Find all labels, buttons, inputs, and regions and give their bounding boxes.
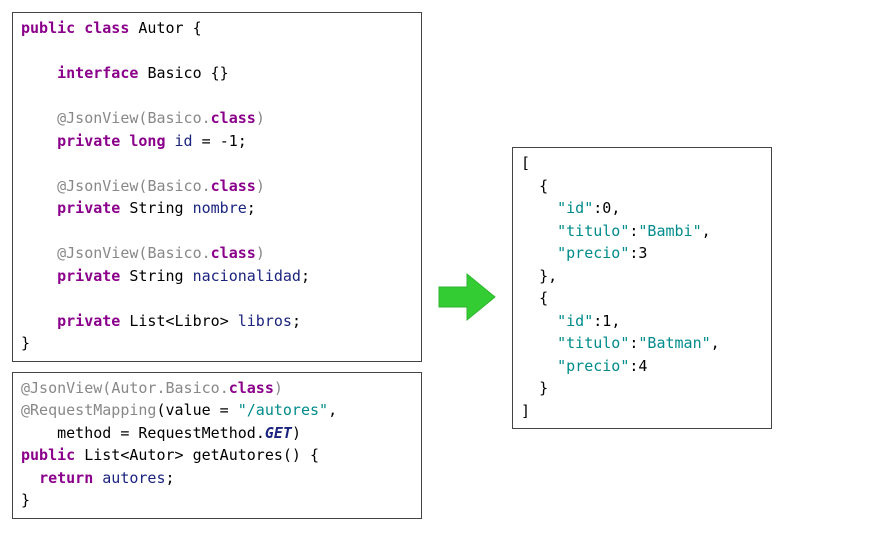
ctrl-open-p: ( [156,401,165,419]
left-column: public class Autor { interface Basico {}… [12,12,422,519]
json-comma-1: , [611,199,620,217]
json-v-precio1: 4 [638,357,647,375]
eq: = [193,132,220,150]
semi-3: ; [301,267,310,285]
arrow-icon [437,272,497,322]
ctrl-semi: ; [166,469,175,487]
ctrl-kw-public: public [21,446,75,464]
json-key-id-0: "id" [557,199,593,217]
annotation-jsonview-3: @JsonView(Basico.class) [57,244,265,262]
json-comma-5: , [711,334,720,352]
ctrl-ret-autor: Autor [129,446,174,464]
json-colon-1: : [593,199,602,217]
kw-private-2: private [57,199,120,217]
kw-private-4: private [57,312,120,330]
type-long: long [129,132,165,150]
json-key-precio-1: "precio" [557,357,629,375]
ctrl-ann-reqmap: @RequestMapping [21,401,156,419]
kw-class: class [84,19,129,37]
json-key-precio-0: "precio" [557,244,629,262]
json-comma-4: , [611,312,620,330]
iface-name: Basico [147,64,201,82]
type-list-close: > [220,312,229,330]
kw-private-3: private [57,267,120,285]
ctrl-close-p: ) [292,424,301,442]
close-brace: } [21,334,30,352]
diagram-layout: public class Autor { interface Basico {}… [12,12,867,519]
annotation-jsonview-1: @JsonView(Basico.class) [57,109,265,127]
controller-method-code: @JsonView(Autor.Basico.class) @RequestMa… [12,372,422,519]
ctrl-ann-jsonview: @JsonView(Autor.Basico.class) [21,379,283,397]
ctrl-reqmethod: RequestMethod [138,424,255,442]
ctrl-get-enum: GET [265,424,292,442]
json-key-id-1: "id" [557,312,593,330]
json-comma-2: , [702,222,711,240]
ctrl-ret-list-open: List< [84,446,129,464]
ctrl-parens: () [283,446,301,464]
ctrl-dot: . [256,424,265,442]
json-open-arr: [ [521,154,530,172]
type-string-1: String [129,199,183,217]
ctrl-comma: , [328,401,337,419]
json-v-precio0: 3 [638,244,647,262]
json-close-obj-1: } [539,267,548,285]
type-string-2: String [129,267,183,285]
ctrl-method-name: getAutores [193,446,283,464]
open-brace: { [193,19,202,37]
kw-private-1: private [57,132,120,150]
ctrl-var-autores: autores [102,469,165,487]
field-libros: libros [238,312,292,330]
iface-braces: {} [211,64,229,82]
autor-class-code: public class Autor { interface Basico {}… [12,12,422,362]
json-colon-4: : [593,312,602,330]
ctrl-kw-return: return [39,469,93,487]
json-output: [ { "id":0, "titulo":"Bambi", "precio":3… [512,147,772,429]
json-comma-3: , [548,267,557,285]
field-id: id [175,132,193,150]
type-list-open: List< [129,312,174,330]
json-open-obj-2: { [539,289,548,307]
val-neg1: -1 [220,132,238,150]
json-open-obj-1: { [539,177,548,195]
semi-1: ; [238,132,247,150]
type-libro: Libro [175,312,220,330]
annotation-jsonview-2: @JsonView(Basico.class) [57,177,265,195]
json-v-titulo0: "Bambi" [638,222,701,240]
arrow-column [422,272,512,322]
ctrl-close-brace: } [21,491,30,509]
json-close-arr: ] [521,402,530,420]
semi-2: ; [247,199,256,217]
json-close-obj-2: } [539,379,548,397]
ctrl-method-key: method = [57,424,138,442]
kw-interface: interface [57,64,138,82]
ctrl-value-str: "/autores" [238,401,328,419]
ctrl-ret-list-close: > [175,446,184,464]
field-nacionalidad: nacionalidad [193,267,301,285]
ctrl-value-key: value = [166,401,238,419]
ctrl-open-brace: { [301,446,319,464]
field-nombre: nombre [193,199,247,217]
json-v-titulo1: "Batman" [638,334,710,352]
json-v-id0: 0 [602,199,611,217]
json-key-titulo-1: "titulo" [557,334,629,352]
json-key-titulo-0: "titulo" [557,222,629,240]
kw-public: public [21,19,75,37]
class-name: Autor [138,19,183,37]
semi-4: ; [292,312,301,330]
json-v-id1: 1 [602,312,611,330]
